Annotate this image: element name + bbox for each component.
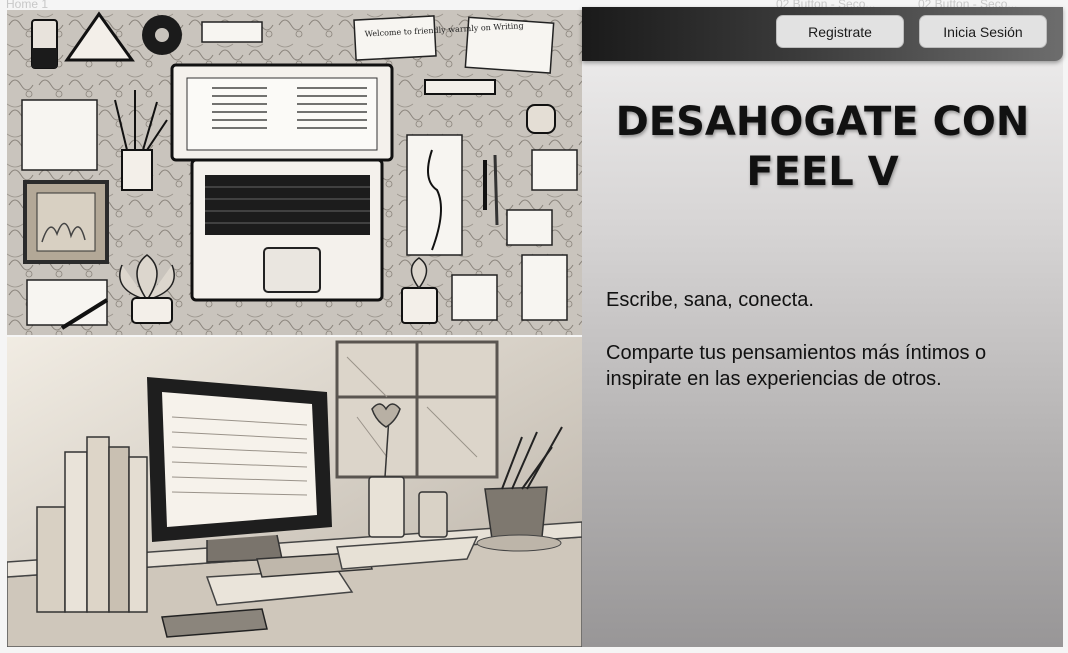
top-navbar: Registrate Inicia Sesión: [582, 7, 1063, 61]
desk-flatlay-illustration: Welcome to friendly warmly on Writing: [7, 10, 582, 335]
login-button[interactable]: Inicia Sesión: [919, 15, 1047, 48]
desk-monitor-sketch: [7, 337, 582, 647]
hero-tagline: Escribe, sana, conecta.: [606, 289, 814, 311]
hero-description: Comparte tus pensamientos más íntimos o …: [606, 342, 987, 390]
register-button[interactable]: Registrate: [776, 15, 904, 48]
desk-flatlay-sketch: Welcome to friendly warmly on Writing: [7, 10, 582, 335]
hero-panel: Registrate Inicia Sesión DESAHOGATE CON …: [582, 7, 1063, 647]
desk-monitor-illustration: [7, 337, 582, 647]
hero-title: DESAHOGATE CON FEEL V: [615, 99, 1030, 195]
